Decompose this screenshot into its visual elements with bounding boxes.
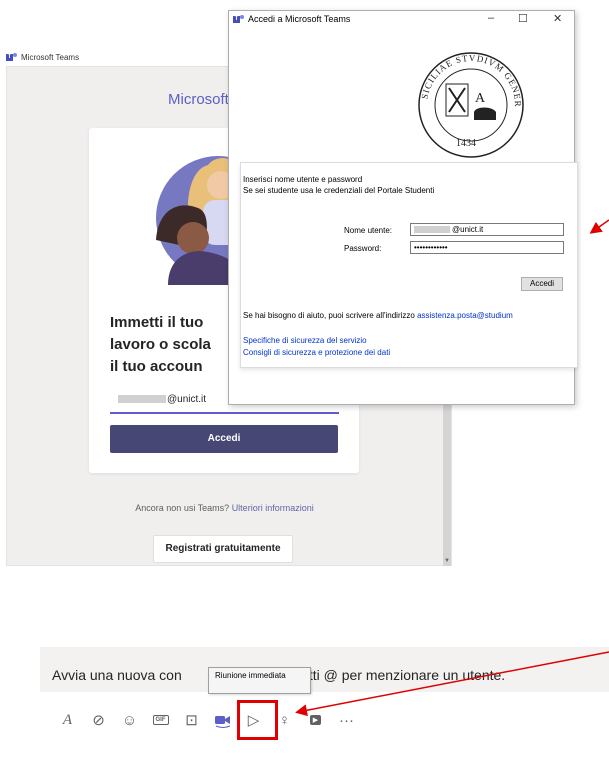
youtube-icon[interactable]: ▶ [300,702,331,738]
format-glyph: A [62,711,73,728]
more-info-link[interactable]: Ulteriori informazioni [232,503,314,513]
email-suffix: @unict.it [167,394,207,405]
minimize-button[interactable]: – [488,12,494,24]
dialog-accedi-button[interactable]: Accedi [521,277,563,291]
video-camera-icon [214,716,230,728]
attach-glyph: ⊘ [92,712,105,729]
sticker-icon[interactable]: ⊡ [176,702,207,738]
sticker-glyph: ⊡ [185,712,198,729]
gif-glyph: GIF [152,715,169,725]
dialog-title-bar: T Accedi a Microsoft Teams [233,14,350,24]
instruction-line: Se sei studente usa le credenziali del P… [243,186,435,195]
arrow-to-credentials [589,219,609,234]
compose-placeholder-right: mmetti @ per menzionare un utente. [277,667,506,683]
compose-toolbar: A ⊘ ☺ GIF ⊡ ▷ ♀ ▶ ··· [52,702,362,738]
gif-icon[interactable]: GIF [145,702,176,738]
maximize-button[interactable]: ☐ [518,12,528,25]
emoji-glyph: ☺ [121,711,138,729]
password-mask: •••••••••••• [414,243,448,252]
new-user-prompt: Ancora non usi Teams? Ulteriori informaz… [110,503,339,513]
meet-now-icon[interactable] [207,702,238,738]
praise-glyph: ♀ [278,711,291,729]
help-email-link[interactable]: assistenza.posta@studium [417,311,513,320]
emoji-icon[interactable]: ☺ [114,702,145,738]
redacted-username [414,226,450,234]
username-label: Nome utente: [344,226,393,235]
dialog-title: Accedi a Microsoft Teams [248,14,351,24]
instruction-line: Inserisci nome utente e password [243,175,363,184]
meet-now-tooltip: Riunione immediata [208,667,311,694]
more-options-glyph: ··· [339,711,354,729]
teams-window-title-text: Microsoft Teams [21,53,80,62]
teams-logo-icon: T [6,53,17,62]
close-button[interactable]: ✕ [553,12,562,25]
teams-scrollbar[interactable]: ▼ [443,398,451,566]
teams-window-title: T Microsoft Teams [6,53,79,62]
teams-brand-heading: Microsoft [168,91,229,108]
new-user-text: Ancora non usi Teams? [135,503,230,513]
username-suffix: @unict.it [452,225,484,234]
seal-letter: A [475,91,486,106]
format-icon[interactable]: A [52,702,83,738]
register-free-button[interactable]: Registrati gratuitamente [153,535,293,563]
password-input[interactable]: •••••••••••• [410,241,564,254]
password-label: Password: [344,244,382,253]
signin-accedi-button[interactable]: Accedi [110,425,338,453]
instructions: Inserisci nome utente e password Se sei … [243,174,434,196]
security-links: Specifiche di sicurezza del servizio Con… [243,335,390,359]
compose-placeholder-left: Avvia una nuova con [52,667,182,683]
security-tips-link[interactable]: Consigli di sicurezza e protezione dei d… [243,347,390,359]
help-text-label: Se hai bisogno di aiuto, puoi scrivere a… [243,311,415,320]
scroll-down-icon[interactable]: ▼ [444,558,450,564]
seal-year: 1434 [456,138,476,149]
attach-icon[interactable]: ⊘ [83,702,114,738]
youtube-glyph: ▶ [309,715,322,725]
meet-now-highlight [237,700,278,740]
university-seal-icon: SICILIAE STVDIVM GENERALE A 1434 [412,50,524,158]
teams-logo-icon: T [233,14,244,24]
more-options-icon[interactable]: ··· [331,702,362,738]
help-text: Se hai bisogno di aiuto, puoi scrivere a… [243,311,513,320]
security-specs-link[interactable]: Specifiche di sicurezza del servizio [243,335,390,347]
username-input[interactable]: @unict.it [410,223,564,236]
redacted-username [118,395,166,404]
